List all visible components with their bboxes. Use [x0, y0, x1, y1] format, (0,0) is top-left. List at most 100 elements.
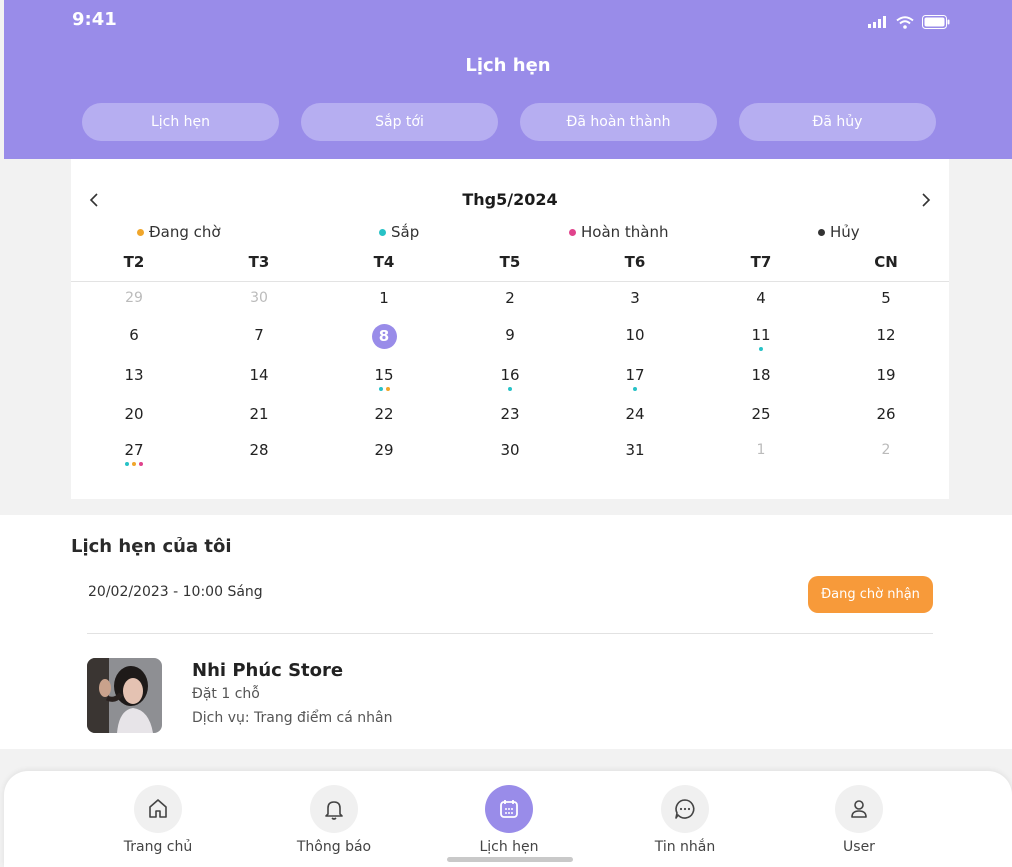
event-dots: [362, 387, 406, 391]
day-number: 19: [876, 366, 896, 384]
legend-dot: [818, 228, 825, 236]
seat-count: Đặt 1 chỗ: [192, 686, 260, 702]
calendar-day[interactable]: 16: [488, 364, 532, 396]
calendar-day[interactable]: 24: [613, 403, 657, 435]
nav-user[interactable]: User: [804, 785, 914, 855]
event-dot: [633, 387, 637, 391]
day-number: 21: [249, 405, 269, 423]
event-dot: [125, 462, 129, 466]
calendar-day[interactable]: 29: [362, 439, 406, 471]
store-photo: [87, 658, 162, 733]
nav-notifications[interactable]: Thông báo: [279, 785, 389, 855]
calendar-day[interactable]: 2: [864, 439, 908, 471]
home-icon: [149, 799, 167, 818]
weekday-label: T3: [248, 253, 270, 271]
calendar-day[interactable]: 17: [613, 364, 657, 396]
home-indicator: [447, 857, 573, 862]
calendar-day[interactable]: 27: [112, 439, 156, 471]
calendar-day[interactable]: 30: [237, 287, 281, 319]
calendar-day[interactable]: 20: [112, 403, 156, 435]
legend-label: Hủy: [830, 223, 860, 241]
nav-icon-wrap: [835, 785, 883, 833]
nav-appointments[interactable]: Lịch hẹn: [454, 785, 564, 855]
calendar-day[interactable]: 28: [237, 439, 281, 471]
calendar-day[interactable]: 18: [739, 364, 783, 396]
tab-upcoming[interactable]: Sắp tới: [301, 103, 498, 141]
calendar-day[interactable]: 1: [362, 287, 406, 319]
bottom-nav: Trang chủ Thông báo Lịch hẹn Tin nhắn Us…: [4, 771, 1012, 867]
event-dot: [508, 387, 512, 391]
day-number: 22: [374, 405, 394, 423]
calendar-day[interactable]: 13: [112, 364, 156, 396]
signal-icon: [868, 16, 886, 28]
nav-label: Thông báo: [296, 839, 372, 855]
calendar-day[interactable]: 11: [739, 324, 783, 356]
weekday-label: T5: [499, 253, 521, 271]
day-number: 25: [751, 405, 771, 423]
chat-icon: [675, 799, 695, 819]
divider: [71, 281, 949, 282]
store-name[interactable]: Nhi Phúc Store: [192, 660, 343, 681]
status-icons: [868, 15, 950, 29]
calendar-day[interactable]: 4: [739, 287, 783, 319]
next-month-button[interactable]: [917, 191, 935, 209]
event-dots: [112, 462, 156, 466]
calendar-day[interactable]: 19: [864, 364, 908, 396]
day-number: 17: [625, 366, 645, 384]
calendar-day[interactable]: 9: [488, 324, 532, 356]
day-number: 10: [625, 326, 645, 344]
day-number: 28: [249, 441, 269, 459]
weekday-label: T6: [624, 253, 646, 271]
day-number: 30: [250, 290, 268, 306]
legend-label: Đang chờ: [149, 223, 221, 241]
legend-label: Sắp: [391, 223, 420, 241]
status-button[interactable]: Đang chờ nhận: [808, 576, 933, 613]
day-number: 2: [505, 289, 515, 307]
calendar-day[interactable]: 12: [864, 324, 908, 356]
day-number: 16: [500, 366, 520, 384]
calendar-day[interactable]: 10: [613, 324, 657, 356]
event-dot: [385, 387, 390, 391]
tab-all[interactable]: Lịch hẹn: [82, 103, 279, 141]
tab-completed[interactable]: Đã hoàn thành: [520, 103, 717, 141]
calendar-day[interactable]: 7: [237, 324, 281, 356]
weekday-label: T7: [750, 253, 772, 271]
tab-bar: Lịch hẹn Sắp tới Đã hoàn thành Đã hủy: [82, 103, 936, 141]
nav-messages[interactable]: Tin nhắn: [630, 785, 740, 855]
battery-icon: [922, 15, 950, 29]
calendar-day[interactable]: 5: [864, 287, 908, 319]
chevron-right-icon: [922, 193, 931, 207]
store-thumbnail[interactable]: [87, 658, 162, 733]
day-number: 24: [625, 405, 645, 423]
calendar-day[interactable]: 3: [613, 287, 657, 319]
calendar-day[interactable]: 21: [237, 403, 281, 435]
legend-item-cancelled: Hủy: [818, 223, 860, 241]
status-time: 9:41: [72, 9, 117, 30]
calendar-day[interactable]: 31: [613, 439, 657, 471]
calendar-day[interactable]: 22: [362, 403, 406, 435]
calendar-day[interactable]: 1: [739, 439, 783, 471]
calendar-day[interactable]: 15: [362, 364, 406, 396]
nav-home[interactable]: Trang chủ: [103, 785, 213, 855]
event-dot: [139, 462, 143, 466]
day-number: 29: [125, 290, 143, 306]
calendar-day[interactable]: 26: [864, 403, 908, 435]
calendar-day[interactable]: 6: [112, 324, 156, 356]
day-number: 7: [254, 326, 264, 344]
nav-icon-wrap: [661, 785, 709, 833]
calendar-day[interactable]: 25: [739, 403, 783, 435]
tab-cancelled[interactable]: Đã hủy: [739, 103, 936, 141]
calendar-day[interactable]: 23: [488, 403, 532, 435]
calendar-day[interactable]: 29: [112, 287, 156, 319]
legend-dot: [569, 228, 576, 236]
divider: [87, 633, 933, 634]
calendar-day[interactable]: 30: [488, 439, 532, 471]
nav-label: Lịch hẹn: [479, 839, 539, 855]
nav-label: Tin nhắn: [654, 839, 716, 855]
event-dots: [739, 347, 783, 351]
day-number: 3: [630, 289, 640, 307]
calendar-day[interactable]: 14: [237, 364, 281, 396]
calendar-day[interactable]: 2: [488, 287, 532, 319]
calendar-day-selected[interactable]: 8: [362, 324, 406, 356]
nav-icon-wrap: [485, 785, 533, 833]
